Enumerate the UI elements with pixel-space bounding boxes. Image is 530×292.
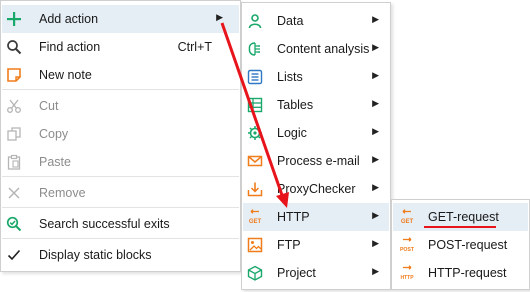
- envelope-icon: [247, 155, 263, 167]
- menu-item-label: Add action: [39, 12, 99, 26]
- svg-text:GET: GET: [401, 219, 414, 225]
- menu-separator: [2, 238, 239, 239]
- submenu-item-logic[interactable]: Logic ▶: [243, 119, 389, 147]
- chevron-right-icon: ▶: [372, 14, 379, 24]
- shortcut-label: Ctrl+T: [177, 40, 212, 54]
- svg-text:HTTP: HTTP: [400, 275, 414, 281]
- menu-item-cut[interactable]: Cut: [2, 92, 239, 120]
- http-item-http-request[interactable]: HTTP HTTP-request: [393, 259, 528, 287]
- search-icon: [7, 40, 22, 55]
- menu-item-copy[interactable]: Copy: [2, 120, 239, 148]
- scissors-icon: [7, 99, 21, 113]
- get-request-icon: GET: [401, 209, 414, 225]
- submenu-item-process-email[interactable]: Process e-mail ▶: [243, 147, 389, 175]
- svg-text:GET: GET: [249, 219, 262, 225]
- chevron-right-icon: ▶: [372, 266, 379, 276]
- menu-item-find-action[interactable]: Find action Ctrl+T: [2, 33, 239, 61]
- submenu-item-ftp[interactable]: FTP ▶: [243, 231, 389, 259]
- menu-item-label: Paste: [39, 155, 71, 169]
- gear-icon: [248, 126, 262, 140]
- menu-item-label: Content analysis: [277, 42, 370, 56]
- menu-separator: [2, 176, 239, 177]
- menu-item-label: ProxyChecker: [277, 182, 356, 196]
- submenu-item-http[interactable]: GET HTTP ▶: [243, 203, 389, 231]
- image-frame-icon: [247, 237, 263, 253]
- chevron-right-icon: ▶: [372, 70, 379, 80]
- menu-item-label: Lists: [277, 70, 303, 84]
- submenu-item-proxychecker[interactable]: ProxyChecker ▶: [243, 175, 389, 203]
- download-box-icon: [247, 182, 263, 197]
- menu-item-label: New note: [39, 68, 92, 82]
- http-submenu: GET GET-request POST POST-request HTTP H…: [391, 199, 530, 290]
- chevron-right-icon: ▶: [372, 154, 379, 164]
- chevron-right-icon: ▶: [372, 238, 379, 248]
- menu-item-label: Search successful exits: [39, 217, 170, 231]
- cube-icon: [247, 265, 263, 281]
- close-icon: [8, 187, 20, 199]
- get-request-icon: GET: [249, 209, 262, 225]
- menu-item-remove[interactable]: Remove: [2, 179, 239, 207]
- copy-icon: [7, 127, 21, 141]
- menu-item-label: Copy: [39, 127, 69, 141]
- menu-item-label: Remove: [39, 186, 86, 200]
- menu-item-label: Logic: [277, 126, 307, 140]
- menu-separator: [2, 89, 239, 90]
- http-item-post-request[interactable]: POST POST-request: [393, 231, 528, 259]
- menu-item-label: Find action: [39, 40, 101, 54]
- clipboard-icon: [7, 154, 21, 170]
- menu-item-display-static[interactable]: Display static blocks: [2, 241, 239, 269]
- menu-separator: [2, 207, 239, 208]
- checkmark-icon: [7, 249, 21, 261]
- submenu-item-lists[interactable]: Lists ▶: [243, 63, 389, 91]
- menu-item-paste[interactable]: Paste: [2, 148, 239, 176]
- menu-item-label: Data: [277, 14, 304, 28]
- submenu-item-project[interactable]: Project ▶: [243, 259, 389, 287]
- chevron-right-icon: ▶: [216, 12, 223, 22]
- menu-item-label: HTTP: [277, 210, 310, 224]
- menu-item-search-exits[interactable]: Search successful exits: [2, 210, 239, 238]
- menu-item-label: HTTP-request: [428, 266, 507, 280]
- menu-item-new-note[interactable]: New note: [2, 61, 239, 89]
- menu-item-label: Cut: [39, 99, 59, 113]
- chevron-right-icon: ▶: [372, 210, 379, 220]
- plus-icon: [7, 12, 21, 26]
- user-icon: [248, 14, 262, 29]
- chevron-right-icon: ▶: [372, 42, 379, 52]
- brain-icon: [248, 42, 260, 56]
- menu-item-label: Display static blocks: [39, 248, 152, 262]
- menu-item-label: POST-request: [428, 238, 508, 252]
- table-icon: [247, 97, 263, 113]
- svg-text:POST: POST: [400, 247, 415, 253]
- menu-item-label: Process e-mail: [277, 154, 360, 168]
- submenu-item-data[interactable]: Data ▶: [243, 7, 389, 35]
- note-icon: [7, 68, 21, 82]
- search-check-icon: [6, 216, 22, 232]
- post-request-icon: POST: [400, 237, 415, 253]
- menu-item-label: Tables: [277, 98, 314, 112]
- http-item-get-request[interactable]: GET GET-request: [393, 203, 528, 231]
- context-menu: Add action ▶ Find action Ctrl+T New note…: [0, 0, 241, 272]
- chevron-right-icon: ▶: [372, 182, 379, 192]
- list-icon: [247, 69, 263, 85]
- chevron-right-icon: ▶: [372, 126, 379, 136]
- chevron-right-icon: ▶: [372, 98, 379, 108]
- add-action-submenu: Data ▶ Content analysis ▶ Lists ▶ Tables…: [241, 2, 391, 290]
- menu-item-label: FTP: [277, 238, 301, 252]
- menu-item-add-action[interactable]: Add action ▶: [2, 5, 239, 33]
- menu-item-label: Project: [277, 266, 316, 280]
- submenu-item-tables[interactable]: Tables ▶: [243, 91, 389, 119]
- submenu-item-content-analysis[interactable]: Content analysis ▶: [243, 35, 389, 63]
- menu-item-label: GET-request: [428, 210, 499, 224]
- http-request-icon: HTTP: [400, 265, 414, 281]
